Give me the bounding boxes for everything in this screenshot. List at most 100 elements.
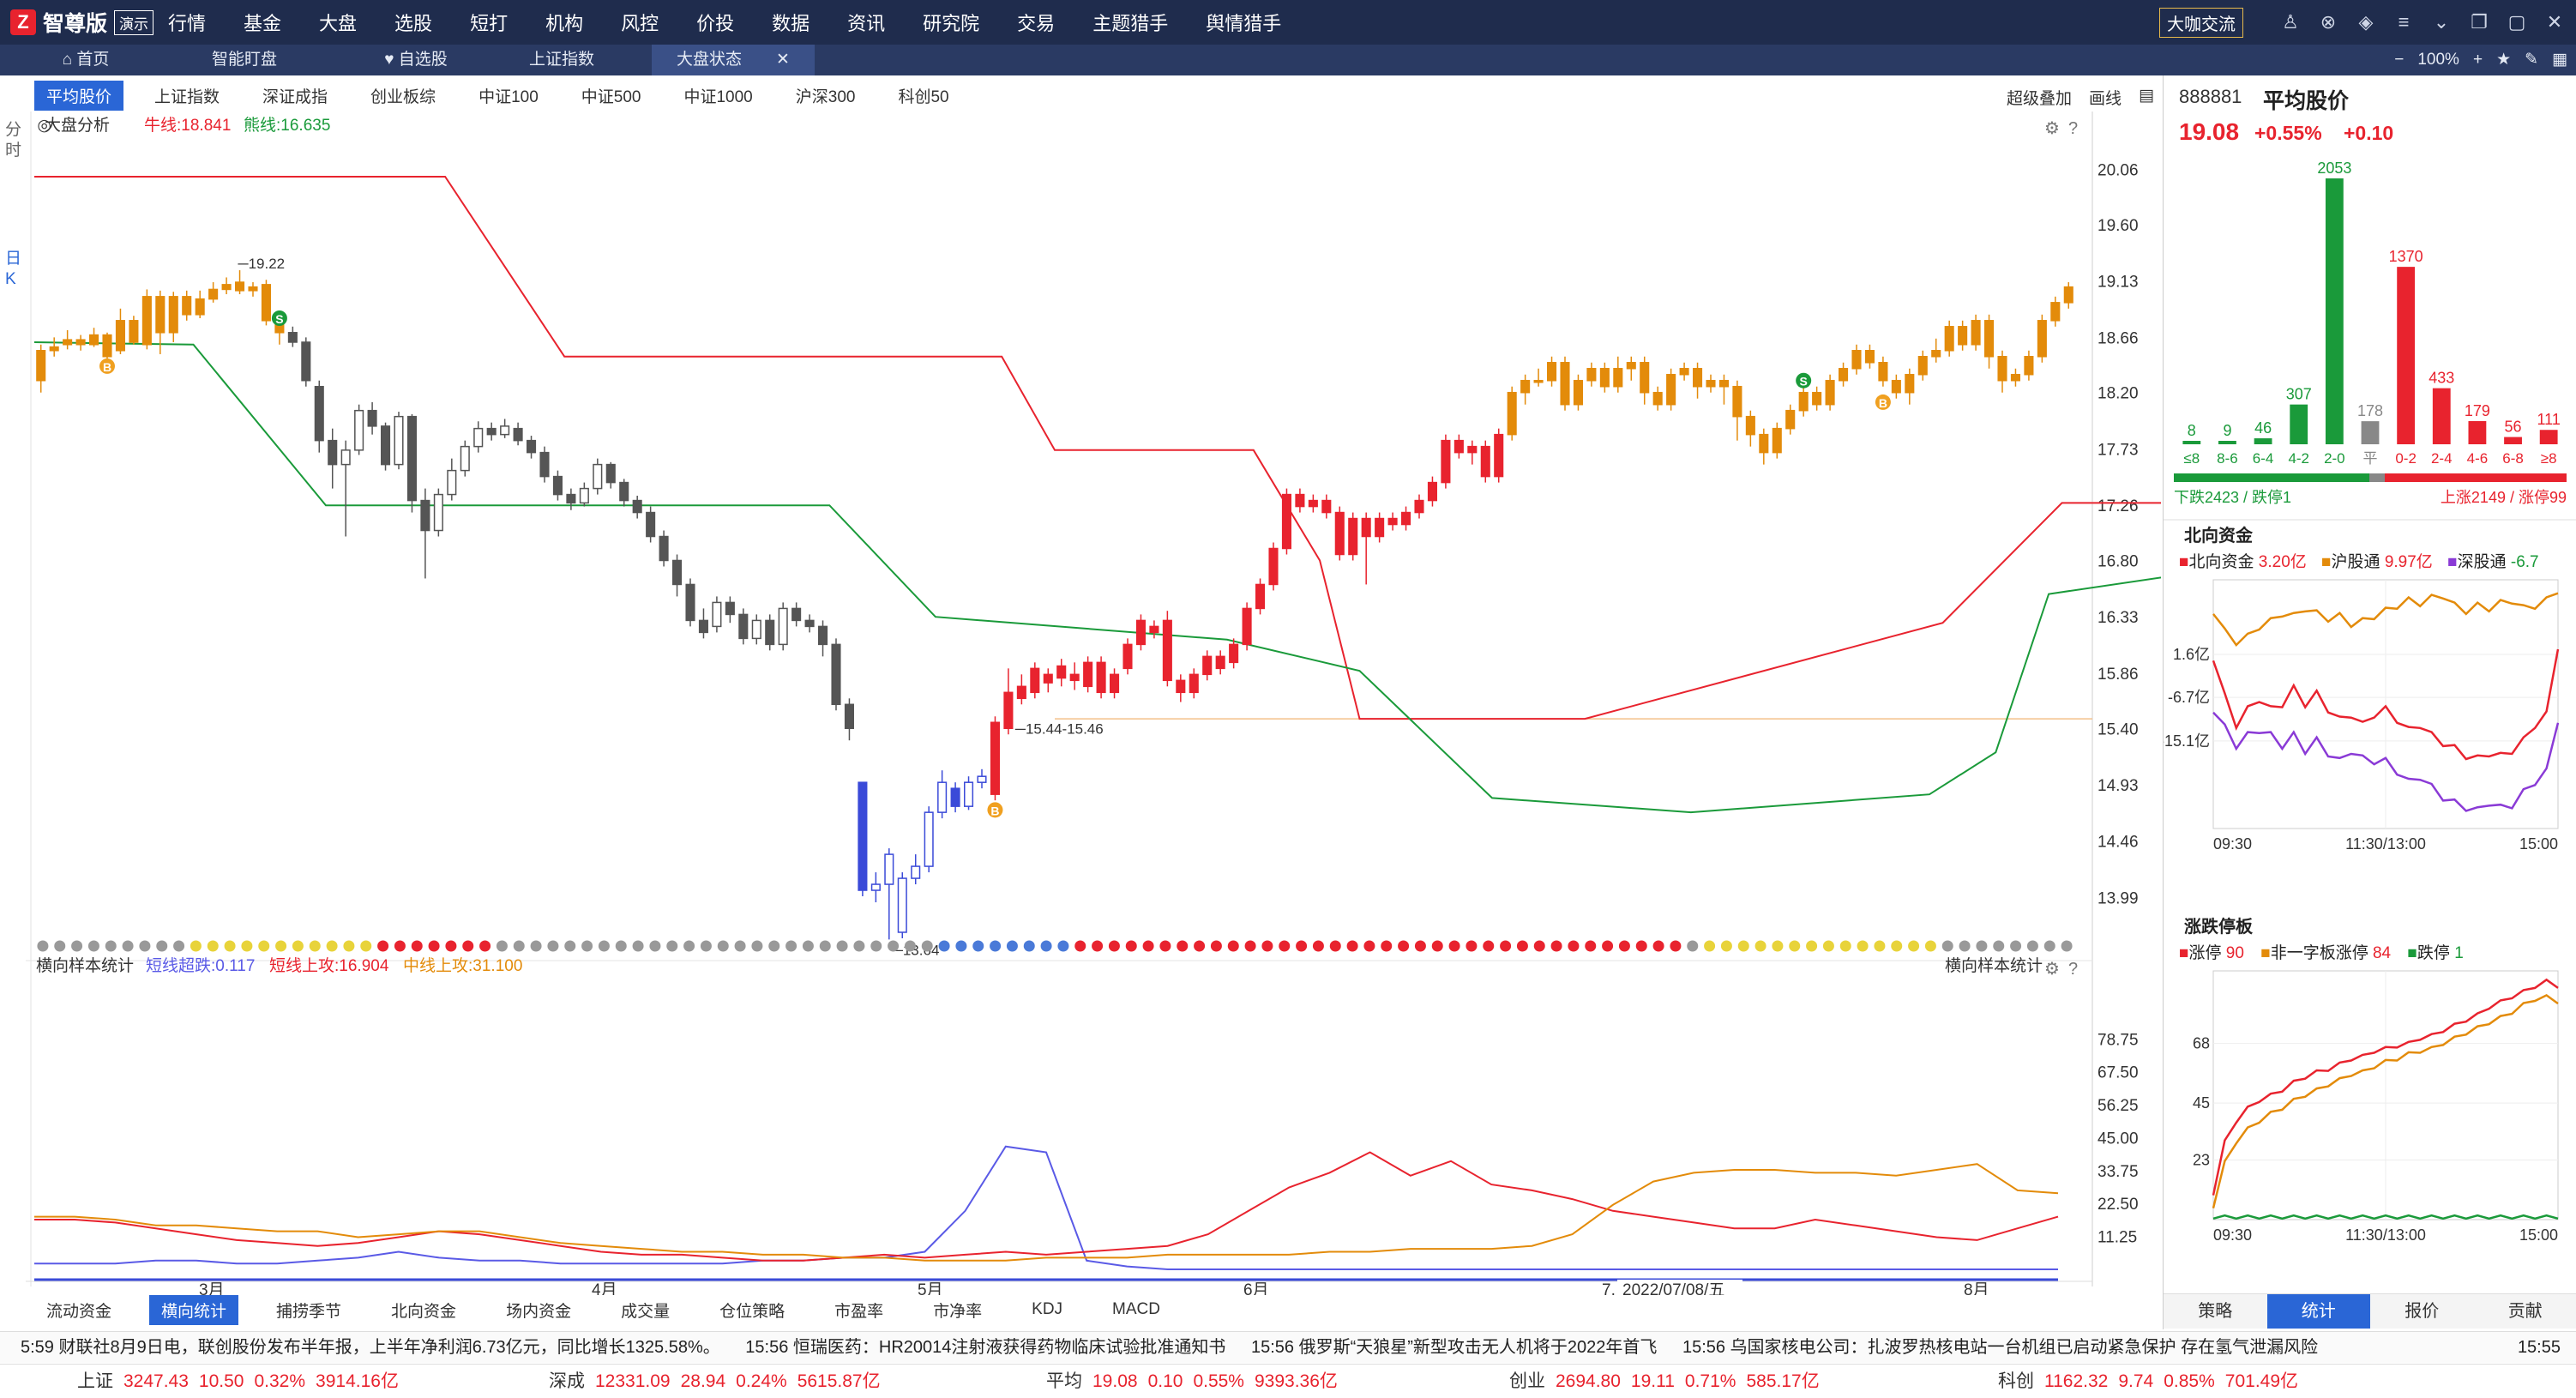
- chevron-icon[interactable]: ◎: [37, 117, 51, 135]
- right-tab-1[interactable]: 统计: [2267, 1294, 2371, 1329]
- market-analysis-charts[interactable]: 20.0619.6019.1318.6618.2017.7317.2616.80…: [0, 111, 2161, 1295]
- candle: [779, 602, 787, 650]
- high-annotation: ─19.22: [238, 256, 286, 272]
- status-index-0[interactable]: 上证3247.4310.500.32%3914.16亿: [77, 1365, 409, 1398]
- news-item[interactable]: 15:56 俄罗斯“天狼星”新型攻击无人机将于2022年首飞: [1251, 1338, 1657, 1357]
- status-amt: 701.49亿: [2225, 1371, 2298, 1391]
- news-ticker[interactable]: 5:59 财联社8月9日电，联创股份发布半年报，上半年净利润6.73亿元，同比增…: [0, 1331, 2576, 1363]
- indicator-tab-4[interactable]: 场内资金: [494, 1295, 583, 1325]
- tab-sh-index[interactable]: 上证指数: [489, 45, 635, 75]
- index-tab-3[interactable]: 创业板综: [358, 81, 448, 111]
- candle: [1084, 656, 1092, 692]
- tab-smart-watch[interactable]: 智能盯盘: [172, 45, 317, 75]
- menu-item-4[interactable]: 短打: [470, 9, 508, 36]
- menu-icon[interactable]: ≡: [2391, 11, 2417, 33]
- buy-marker[interactable]: B: [987, 802, 1002, 817]
- dist-bar: 1794-6: [2465, 402, 2490, 467]
- menu-item-0[interactable]: 行情: [168, 9, 206, 36]
- close-icon[interactable]: ✕: [2542, 11, 2567, 33]
- dist-category: 2-4: [2431, 450, 2453, 467]
- menu-item-12[interactable]: 主题猎手: [1092, 9, 1168, 36]
- help-icon[interactable]: ?: [2068, 119, 2078, 138]
- pen-icon[interactable]: ✎: [2525, 45, 2538, 75]
- right-tab-0[interactable]: 策略: [2164, 1294, 2267, 1329]
- candle: [1614, 357, 1622, 393]
- index-tab-1[interactable]: 上证指数: [142, 81, 232, 111]
- candle: [1760, 429, 1768, 465]
- tab-home[interactable]: ⌂ 首页: [34, 45, 137, 75]
- menu-item-6[interactable]: 风控: [621, 9, 659, 36]
- index-tab-2[interactable]: 深证成指: [250, 81, 340, 111]
- news-item[interactable]: 15:56 恒瑞医药：HR20014注射液获得药物临床试验批准通知书: [745, 1338, 1225, 1357]
- user-icon[interactable]: ♙: [2278, 11, 2303, 33]
- indicator-tab-0[interactable]: 流动资金: [34, 1295, 123, 1325]
- status-value: 1162.32: [2044, 1371, 2108, 1391]
- indicator-tab-6[interactable]: 仓位策略: [707, 1295, 797, 1325]
- settings-icon[interactable]: ⚙: [2044, 119, 2060, 138]
- sell-marker[interactable]: S: [1796, 373, 1811, 389]
- zoom-in-icon[interactable]: +: [2473, 45, 2483, 75]
- indicator-tab-5[interactable]: 成交量: [609, 1295, 682, 1325]
- tab-close-icon[interactable]: ✕: [776, 51, 790, 69]
- candle: [1799, 387, 1808, 417]
- limit-board-title: 涨跌停板: [2184, 913, 2253, 937]
- index-tab-7[interactable]: 沪深300: [784, 81, 868, 111]
- menu-item-7[interactable]: 价投: [696, 9, 734, 36]
- index-tab-4[interactable]: 中证100: [466, 81, 551, 111]
- grid-icon[interactable]: ▦: [2552, 45, 2567, 75]
- menu-item-2[interactable]: 大盘: [319, 9, 357, 36]
- index-tab-6[interactable]: 中证1000: [671, 81, 764, 111]
- tab-market-status[interactable]: 大盘状态✕: [652, 45, 815, 75]
- status-dot: [1687, 941, 1698, 952]
- menu-item-13[interactable]: 舆情猎手: [1206, 9, 1281, 36]
- indicator-tab-2[interactable]: 捕捞季节: [264, 1295, 353, 1325]
- chevron-down-icon[interactable]: ⌄: [2429, 11, 2454, 33]
- indicator-tab-8[interactable]: 市净率: [921, 1295, 994, 1325]
- buy-marker[interactable]: B: [1875, 395, 1891, 410]
- news-item[interactable]: 5:59 财联社8月9日电，联创股份发布半年报，上半年净利润6.73亿元，同比增…: [21, 1338, 720, 1357]
- menu-item-10[interactable]: 研究院: [923, 9, 979, 36]
- settings-icon[interactable]: ⚙: [2044, 960, 2060, 979]
- indicator-tab-1[interactable]: 横向统计: [149, 1295, 238, 1325]
- star-icon[interactable]: ★: [2496, 45, 2511, 75]
- candle: [1879, 357, 1887, 387]
- indicator-tab-9[interactable]: KDJ: [1020, 1297, 1074, 1323]
- right-tab-3[interactable]: 贡献: [2474, 1294, 2576, 1329]
- menu-item-9[interactable]: 资讯: [847, 9, 885, 36]
- menu-item-1[interactable]: 基金: [244, 9, 281, 36]
- status-index-2[interactable]: 平均19.080.100.55%9393.36亿: [1046, 1365, 1348, 1398]
- tab-watchlist[interactable]: ♥ 自选股: [343, 45, 489, 75]
- status-index-1[interactable]: 深成12331.0928.940.24%5615.87亿: [549, 1365, 891, 1398]
- status-dot: [531, 941, 542, 952]
- help-icon[interactable]: ?: [2068, 960, 2078, 979]
- menu-item-3[interactable]: 选股: [394, 9, 432, 36]
- restore-icon[interactable]: ❐: [2466, 11, 2492, 33]
- indicator-tab-10[interactable]: MACD: [1100, 1297, 1172, 1323]
- status-index-4[interactable]: 科创1162.329.740.85%701.49亿: [1998, 1365, 2308, 1398]
- indicator-tab-3[interactable]: 北向资金: [379, 1295, 468, 1325]
- settings-icon[interactable]: ⊗: [2315, 11, 2341, 33]
- index-tab-0[interactable]: 平均股价: [34, 81, 123, 111]
- right-tab-2[interactable]: 报价: [2370, 1294, 2474, 1329]
- index-tab-5[interactable]: 中证500: [569, 81, 653, 111]
- candle: [143, 289, 152, 349]
- draw-line-button[interactable]: 画线: [2089, 86, 2122, 109]
- status-index-3[interactable]: 创业2694.8019.110.71%585.17亿: [1509, 1365, 1830, 1398]
- buy-marker[interactable]: B: [99, 359, 115, 374]
- app-logo[interactable]: Z 智尊版 演示: [10, 7, 153, 38]
- layout-icon[interactable]: ▤: [2139, 86, 2154, 109]
- menu-item-8[interactable]: 数据: [772, 9, 810, 36]
- sell-marker[interactable]: S: [272, 310, 287, 326]
- candle: [394, 412, 403, 469]
- chat-button[interactable]: 大咖交流: [2159, 8, 2243, 38]
- indicator-tab-7[interactable]: 市盈率: [822, 1295, 895, 1325]
- zoom-out-icon[interactable]: −: [2394, 45, 2404, 75]
- menu-item-11[interactable]: 交易: [1017, 9, 1055, 36]
- index-tab-8[interactable]: 科创50: [886, 81, 960, 111]
- super-overlay-button[interactable]: 超级叠加: [2007, 86, 2072, 109]
- maximize-icon[interactable]: ▢: [2504, 11, 2530, 33]
- news-item[interactable]: 15:56 乌国家核电公司：扎波罗热核电站一台机组已启动紧急保护 存在氢气泄漏风…: [1682, 1338, 2318, 1357]
- skin-icon[interactable]: ◈: [2353, 11, 2379, 33]
- menu-item-5[interactable]: 机构: [545, 9, 583, 36]
- candle: [421, 489, 430, 579]
